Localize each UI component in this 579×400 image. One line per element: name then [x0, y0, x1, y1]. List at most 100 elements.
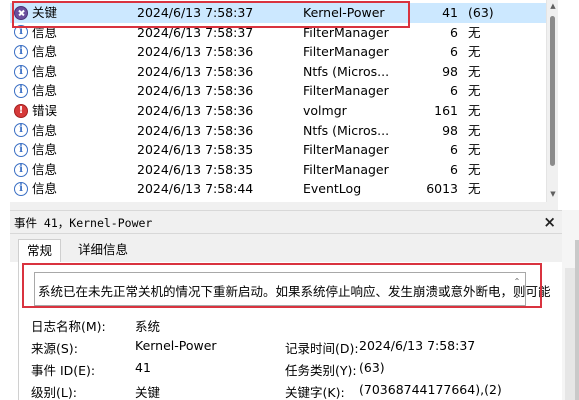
- event-date: 2024/6/13 7:58:36: [137, 122, 254, 138]
- event-row[interactable]: 信息 2024/6/13 7:58:37 FilterManager 6 无: [10, 23, 556, 43]
- close-icon[interactable]: ×: [543, 213, 556, 231]
- critical-icon: [14, 5, 28, 20]
- event-source: Kernel-Power: [303, 5, 385, 20]
- level-value: 关键: [135, 385, 161, 400]
- scroll-up-icon[interactable]: ▲: [547, 2, 559, 10]
- source-value: Kernel-Power: [135, 338, 217, 353]
- event-date: 2024/6/13 7:58:44: [137, 181, 254, 197]
- general-tab-content: 系统已在未先正常关机的情况下重新启动。如果系统停止响应、发生崩溃或意外断电，则可…: [18, 262, 562, 400]
- event-source: FilterManager: [303, 44, 389, 60]
- event-id: 161: [434, 103, 458, 118]
- event-level: 信息: [32, 161, 58, 177]
- event-source: FilterManager: [303, 24, 389, 40]
- logged-value: 2024/6/13 7:58:37: [359, 338, 476, 353]
- event-source: FilterManager: [303, 161, 389, 177]
- event-date: 2024/6/13 7:58:37: [137, 24, 254, 40]
- event-row[interactable]: 信息 2024/6/13 7:58:35 FilterManager 6 无: [10, 160, 556, 180]
- event-level: 信息: [32, 44, 58, 60]
- tab-details[interactable]: 详细信息: [70, 239, 136, 263]
- event-description-box[interactable]: 系统已在未先正常关机的情况下重新启动。如果系统停止响应、发生崩溃或意外断电，则可…: [34, 272, 551, 306]
- event-row[interactable]: 信息 2024/6/13 7:58:44 EventLog 6013 无: [10, 179, 556, 199]
- event-source: volmgr: [303, 103, 347, 118]
- details-pane-header: 事件 41，Kernel-Power ×: [10, 210, 562, 234]
- tab-general[interactable]: 常规: [18, 239, 62, 263]
- event-task: 无: [468, 181, 481, 197]
- event-id: 98: [442, 63, 458, 79]
- window-edge: [575, 240, 579, 400]
- event-level: 信息: [32, 83, 58, 99]
- event-task: 无: [468, 142, 481, 158]
- event-row[interactable]: 信息 2024/6/13 7:58:36 Ntfs (Micros... 98 …: [10, 62, 556, 82]
- event-id: 98: [442, 122, 458, 138]
- event-id: 41: [442, 5, 458, 20]
- event-date: 2024/6/13 7:58:35: [137, 142, 254, 158]
- event-date: 2024/6/13 7:58:36: [137, 63, 254, 79]
- scroll-down-icon[interactable]: ▼: [547, 190, 559, 198]
- details-tabs: 常规 详细信息: [10, 234, 562, 263]
- event-source: EventLog: [303, 181, 362, 197]
- description-scroll-icon[interactable]: ⌃ ⌄: [511, 275, 523, 303]
- info-icon: [14, 82, 28, 100]
- event-level: 信息: [32, 122, 58, 138]
- log-name-value: 系统: [135, 319, 161, 334]
- event-row[interactable]: 信息 2024/6/13 7:58:36 FilterManager 6 无: [10, 81, 556, 101]
- event-row[interactable]: 信息 2024/6/13 7:58:35 FilterManager 6 无: [10, 140, 556, 160]
- event-task: 无: [468, 103, 481, 118]
- event-date: 2024/6/13 7:58:36: [137, 44, 254, 60]
- level-label: 级别(L):: [31, 385, 77, 400]
- logged-label: 记录时间(D):: [285, 341, 359, 356]
- task-category-value: (63): [359, 360, 385, 375]
- event-row[interactable]: 错误 2024/6/13 7:58:36 volmgr 161 无: [10, 101, 556, 121]
- details-scrollbar[interactable]: [565, 268, 575, 400]
- event-date: 2024/6/13 7:58:36: [137, 83, 254, 99]
- event-task: 无: [468, 44, 481, 60]
- event-level: 信息: [32, 142, 58, 158]
- event-row[interactable]: 关键 2024/6/13 7:58:37 Kernel-Power 41 (63…: [10, 3, 556, 23]
- event-level: 信息: [32, 181, 58, 197]
- event-row[interactable]: 信息 2024/6/13 7:58:36 Ntfs (Micros... 98 …: [10, 121, 556, 141]
- event-task: (63): [468, 5, 494, 20]
- event-id: 6: [450, 44, 458, 60]
- info-icon: [14, 121, 28, 139]
- event-level: 信息: [32, 63, 58, 79]
- info-icon: [14, 23, 28, 41]
- event-level: 关键: [32, 5, 58, 20]
- list-horizontal-scrollbar[interactable]: [10, 202, 558, 210]
- event-id-label: 事件 ID(E):: [31, 363, 96, 378]
- event-id: 6: [450, 24, 458, 40]
- event-source: Ntfs (Micros...: [303, 63, 390, 79]
- event-task: 无: [468, 83, 481, 99]
- info-icon: [14, 161, 28, 179]
- keywords-value: (70368744177664),(2): [359, 382, 502, 397]
- event-level: 信息: [32, 24, 58, 40]
- event-date: 2024/6/13 7:58:37: [137, 5, 254, 20]
- event-source: FilterManager: [303, 142, 389, 158]
- info-icon: [14, 180, 28, 198]
- event-task: 无: [468, 122, 481, 138]
- info-icon: [14, 63, 28, 81]
- keywords-label: 关键字(K):: [285, 385, 345, 400]
- event-list[interactable]: 关键 2024/6/13 7:58:37 Kernel-Power 41 (63…: [10, 0, 556, 202]
- event-source: FilterManager: [303, 83, 389, 99]
- list-vertical-scrollbar[interactable]: ▲ ▼: [546, 0, 558, 202]
- event-level: 错误: [32, 103, 58, 118]
- info-icon: [14, 141, 28, 159]
- task-category-label: 任务类别(Y):: [285, 363, 357, 378]
- source-label: 来源(S):: [31, 341, 78, 356]
- event-id: 6: [450, 161, 458, 177]
- error-icon: [14, 102, 28, 120]
- event-task: 无: [468, 161, 481, 177]
- event-description: 系统已在未先正常关机的情况下重新启动。如果系统停止响应、发生崩溃或意外断电，则可…: [38, 284, 551, 299]
- event-task: 无: [468, 63, 481, 79]
- event-id: 6013: [426, 181, 458, 197]
- event-row[interactable]: 信息 2024/6/13 7:58:36 FilterManager 6 无: [10, 42, 556, 62]
- scrollbar-thumb[interactable]: [550, 16, 555, 166]
- event-source: Ntfs (Micros...: [303, 122, 390, 138]
- event-id: 6: [450, 142, 458, 158]
- event-task: 无: [468, 24, 481, 40]
- log-name-label: 日志名称(M):: [31, 319, 106, 334]
- event-date: 2024/6/13 7:58:36: [137, 103, 254, 118]
- event-id-value: 41: [135, 360, 151, 375]
- event-date: 2024/6/13 7:58:35: [137, 161, 254, 177]
- details-pane-title: 事件 41，Kernel-Power: [14, 216, 153, 230]
